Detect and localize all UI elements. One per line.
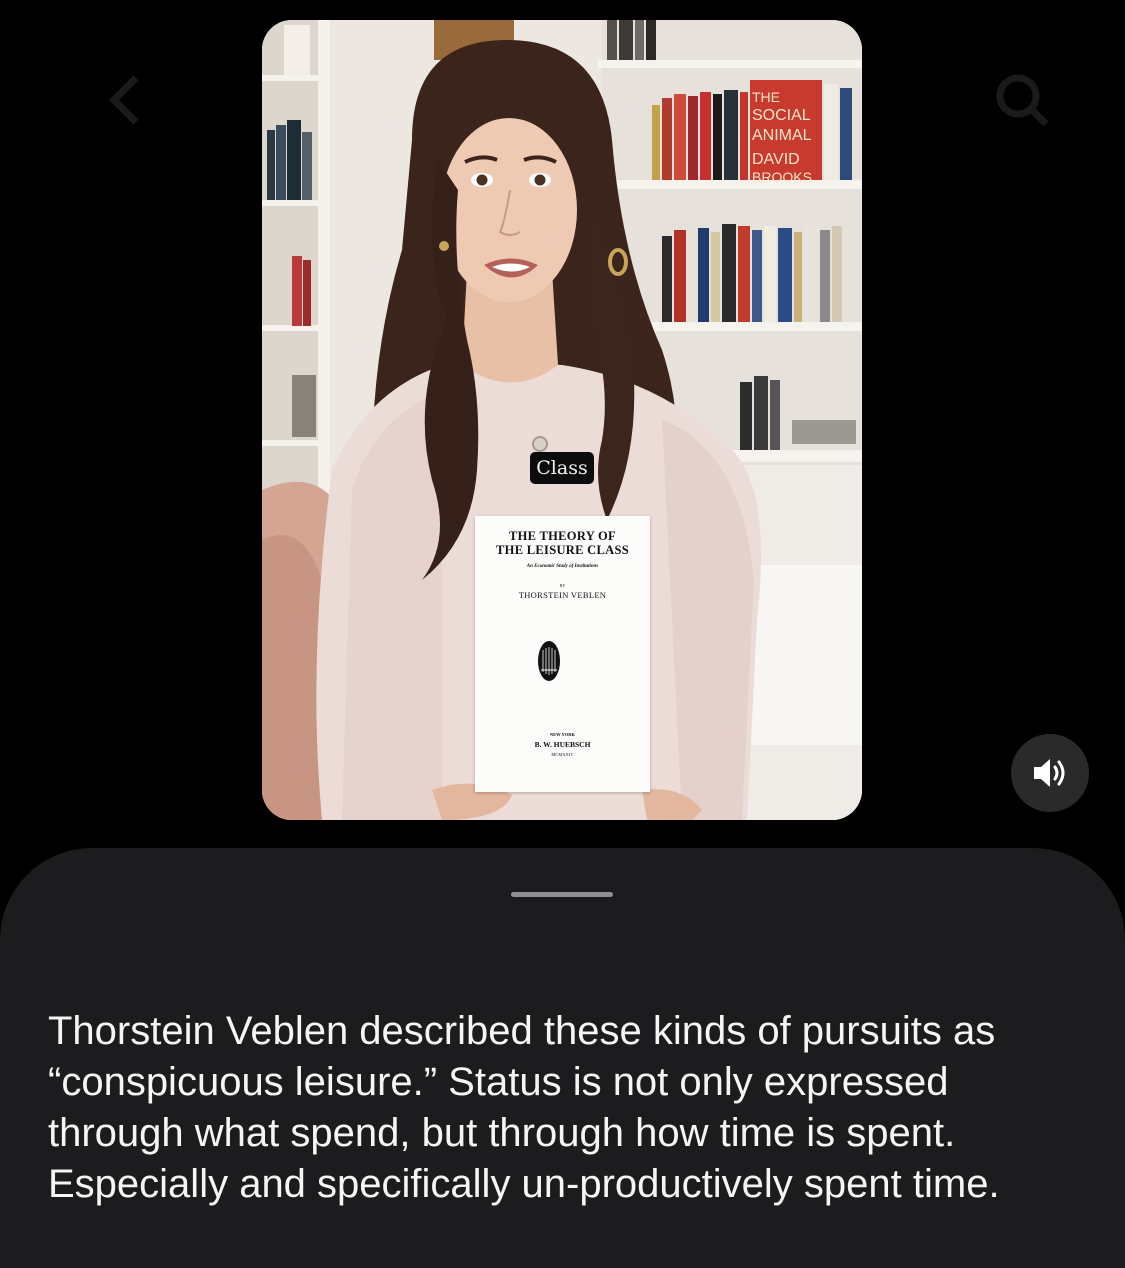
book-title: THE THEORY OF THE LEISURE CLASS bbox=[475, 529, 650, 557]
book-year: MCMXXIV bbox=[551, 752, 574, 757]
spine-text-line3: ANIMAL bbox=[752, 127, 812, 144]
spine-text-line1: THE bbox=[752, 89, 780, 105]
book-place: NEW YORK bbox=[549, 732, 576, 737]
book-title-line1: THE THEORY OF bbox=[509, 529, 616, 543]
book-by: BY bbox=[559, 583, 566, 588]
overlay-caption: Class bbox=[530, 452, 594, 484]
book-author: THORSTEIN VEBLEN bbox=[518, 590, 607, 600]
speaker-volume-icon bbox=[1034, 759, 1065, 787]
book-subtitle: An Economic Study of Institutions bbox=[526, 564, 599, 569]
search-icon[interactable] bbox=[992, 70, 1052, 130]
spine-text-line4: DAVID bbox=[752, 151, 800, 168]
book-title-line2: THE LEISURE CLASS bbox=[496, 543, 629, 557]
spine-text-line5: BROOKS bbox=[752, 169, 812, 185]
publisher-emblem-icon bbox=[538, 641, 560, 681]
chevron-left-icon[interactable] bbox=[98, 70, 158, 130]
book-publisher: B. W. HUEBSCH bbox=[534, 740, 591, 749]
spine-text-line2: SOCIAL bbox=[752, 107, 811, 124]
sound-toggle-button[interactable] bbox=[1011, 734, 1089, 812]
sheet-drag-handle[interactable] bbox=[511, 892, 613, 897]
book-cover: THE THEORY OF THE LEISURE CLASS An Econo… bbox=[475, 516, 650, 792]
sheet-body-text: Thorstein Veblen described these kinds o… bbox=[48, 1009, 1000, 1206]
